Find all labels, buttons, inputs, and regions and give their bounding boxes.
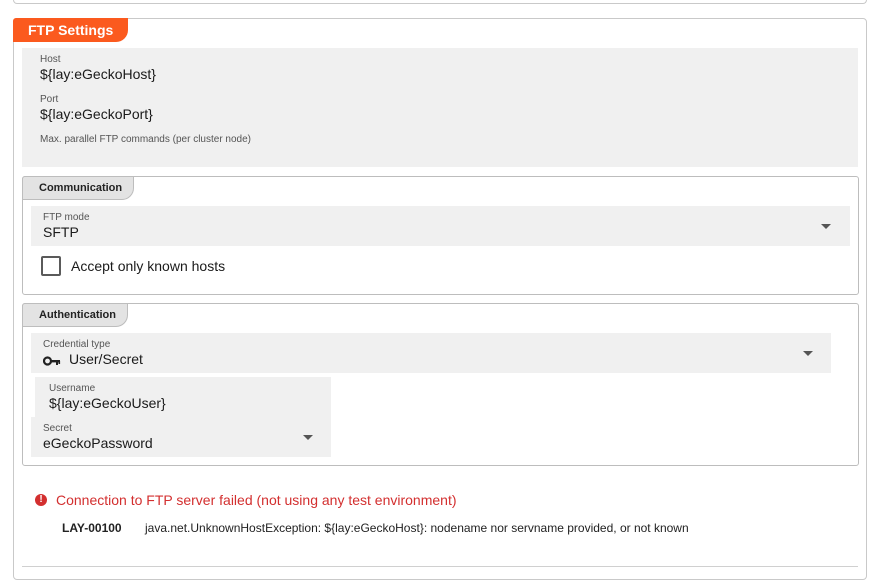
- known-hosts-label[interactable]: Accept only known hosts: [71, 258, 225, 274]
- max-parallel-field[interactable]: Max. parallel FTP commands (per cluster …: [22, 128, 858, 167]
- credential-type-select[interactable]: Credential type User/Secret: [31, 333, 831, 373]
- authentication-tab: Authentication: [22, 303, 128, 327]
- username-label: Username: [49, 383, 96, 394]
- ftp-settings-tab: FTP Settings: [13, 18, 128, 42]
- error-message: Connection to FTP server failed (not usi…: [56, 492, 457, 508]
- previous-panel-edge: [13, 0, 867, 4]
- secret-label: Secret: [43, 423, 72, 434]
- credential-type-label: Credential type: [43, 339, 111, 350]
- divider: [22, 566, 858, 567]
- communication-group: Communication FTP mode SFTP Accept only …: [22, 176, 859, 295]
- port-input[interactable]: ${lay:eGeckoPort}: [40, 106, 153, 122]
- secret-value: eGeckoPassword: [43, 435, 153, 451]
- credential-type-value: User/Secret: [69, 351, 143, 367]
- port-label: Port: [40, 94, 59, 105]
- key-icon: [42, 353, 61, 366]
- chevron-down-icon[interactable]: [303, 435, 313, 440]
- error-code: LAY-00100: [62, 521, 122, 535]
- authentication-group: Authentication Credential type User/Secr…: [22, 303, 859, 466]
- chevron-down-icon[interactable]: [803, 351, 813, 356]
- ftp-mode-select[interactable]: FTP mode SFTP: [31, 206, 850, 246]
- max-parallel-label: Max. parallel FTP commands (per cluster …: [40, 134, 252, 145]
- secret-select[interactable]: Secret eGeckoPassword: [31, 417, 331, 457]
- chevron-down-icon[interactable]: [821, 224, 831, 229]
- known-hosts-checkbox[interactable]: [41, 256, 61, 276]
- username-input[interactable]: ${lay:eGeckoUser}: [49, 395, 166, 411]
- ftp-mode-label: FTP mode: [43, 212, 90, 223]
- host-input[interactable]: ${lay:eGeckoHost}: [40, 66, 156, 82]
- error-icon: !: [35, 494, 47, 506]
- error-detail: java.net.UnknownHostException: ${lay:eGe…: [145, 521, 689, 535]
- communication-tab: Communication: [22, 176, 134, 200]
- host-field[interactable]: Host ${lay:eGeckoHost}: [22, 48, 858, 88]
- username-field[interactable]: Username ${lay:eGeckoUser}: [35, 377, 331, 417]
- ftp-mode-value: SFTP: [43, 224, 79, 240]
- port-field[interactable]: Port ${lay:eGeckoPort}: [22, 88, 858, 128]
- host-label: Host: [40, 54, 61, 65]
